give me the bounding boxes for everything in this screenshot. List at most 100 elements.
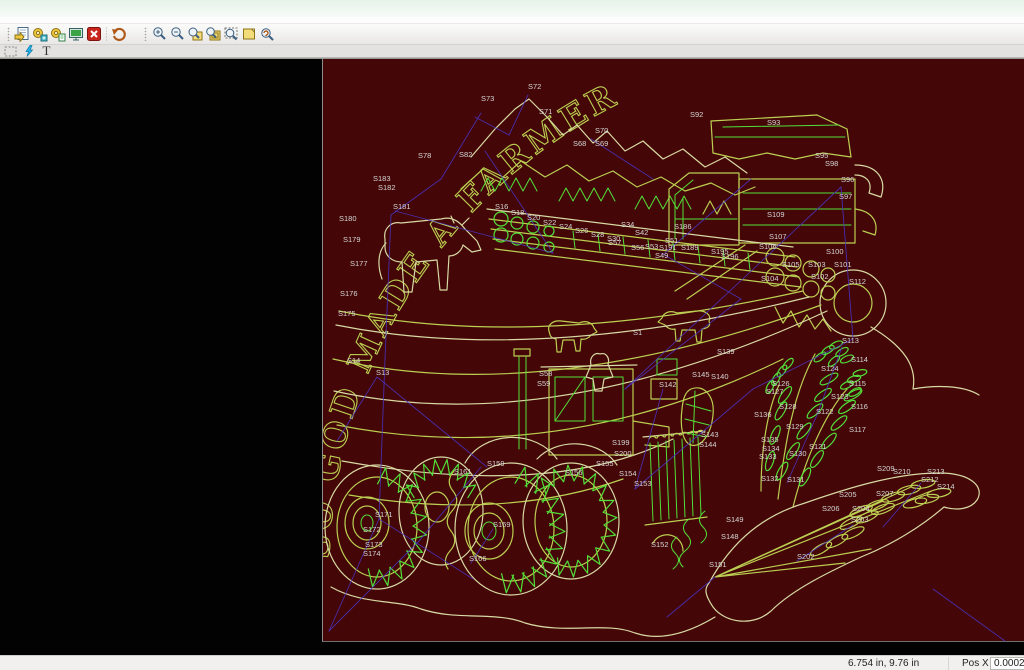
svg-text:S204: S204 <box>852 504 870 513</box>
svg-text:S159: S159 <box>487 459 505 468</box>
text-tool-button[interactable]: T <box>39 45 54 57</box>
toolbar-grip[interactable] <box>144 27 147 41</box>
svg-text:S132: S132 <box>761 474 779 483</box>
svg-text:S177: S177 <box>350 259 368 268</box>
toolbar-separator <box>104 27 109 41</box>
measure-lightning-button[interactable] <box>21 45 36 57</box>
svg-text:S18: S18 <box>511 208 524 217</box>
material-sheet[interactable]: SO GOD MADE A FARMER <box>322 59 1024 642</box>
svg-text:S139: S139 <box>717 347 735 356</box>
undo-button[interactable] <box>110 25 128 43</box>
select-rectangle-icon <box>4 46 17 57</box>
svg-text:S100: S100 <box>826 247 844 256</box>
zoom-window-icon <box>187 26 203 42</box>
svg-text:S202: S202 <box>797 552 815 561</box>
svg-text:S131: S131 <box>787 475 805 484</box>
svg-text:S128: S128 <box>779 402 797 411</box>
cursor-position-readout: 6.754 in, 9.76 in <box>848 658 919 669</box>
zoom-sheet-icon <box>205 26 221 42</box>
svg-text:S169: S169 <box>493 520 511 529</box>
svg-text:S72: S72 <box>528 82 541 91</box>
svg-text:S116: S116 <box>851 402 868 411</box>
pos-x-label: Pos X <box>962 658 989 669</box>
zoom-extents-button[interactable] <box>258 25 276 43</box>
svg-text:S93: S93 <box>767 118 780 127</box>
svg-text:S191: S191 <box>659 243 677 252</box>
zoom-tool-group <box>141 25 279 44</box>
svg-text:S134: S134 <box>762 444 780 453</box>
svg-text:S115: S115 <box>849 379 866 388</box>
svg-text:S106: S106 <box>759 242 777 251</box>
svg-text:S142: S142 <box>659 380 677 389</box>
svg-text:S175: S175 <box>338 309 356 318</box>
svg-text:S58: S58 <box>539 369 552 378</box>
import-drawing-button[interactable] <box>13 25 31 43</box>
svg-text:S1: S1 <box>633 328 642 337</box>
svg-text:S105: S105 <box>782 260 800 269</box>
zoom-in-button[interactable] <box>150 25 168 43</box>
svg-text:S34: S34 <box>621 220 634 229</box>
svg-text:S214: S214 <box>937 482 955 491</box>
svg-text:S24: S24 <box>559 222 572 231</box>
svg-text:S213: S213 <box>927 467 945 476</box>
svg-text:S203: S203 <box>851 515 869 524</box>
rapid-traverse-lines <box>329 95 1005 641</box>
svg-text:S124: S124 <box>821 364 839 373</box>
svg-text:S26: S26 <box>575 226 588 235</box>
zoom-sheet-button[interactable] <box>204 25 222 43</box>
copy-part-icon <box>32 26 48 42</box>
delete-part-button[interactable] <box>85 25 103 43</box>
svg-text:S71: S71 <box>539 107 552 116</box>
sheet-view-icon <box>68 26 84 42</box>
copy-part-button[interactable] <box>31 25 49 43</box>
svg-text:S156: S156 <box>565 468 583 477</box>
svg-text:S151: S151 <box>709 560 727 569</box>
toolbar-grip[interactable] <box>7 27 10 41</box>
text-tool-icon: T <box>43 45 51 57</box>
svg-text:S112: S112 <box>849 277 866 286</box>
svg-text:S16: S16 <box>495 202 508 211</box>
svg-text:S209: S209 <box>877 464 895 473</box>
svg-text:S68: S68 <box>573 139 586 148</box>
svg-text:S176: S176 <box>340 289 358 298</box>
svg-text:S155: S155 <box>596 459 614 468</box>
paste-part-button[interactable] <box>49 25 67 43</box>
svg-text:S92: S92 <box>690 110 703 119</box>
svg-text:S136: S136 <box>754 410 772 419</box>
svg-text:S53: S53 <box>645 242 658 251</box>
svg-text:S149: S149 <box>726 515 744 524</box>
svg-text:S22: S22 <box>543 218 556 227</box>
svg-text:S114: S114 <box>851 355 868 364</box>
svg-text:S49: S49 <box>655 251 668 260</box>
svg-text:S133: S133 <box>759 452 777 461</box>
zoom-window-button[interactable] <box>186 25 204 43</box>
svg-text:S196: S196 <box>721 252 739 261</box>
svg-text:S78: S78 <box>418 151 431 160</box>
pos-x-value-field[interactable]: 0.0002 in <box>990 657 1024 670</box>
svg-text:S183: S183 <box>373 174 391 183</box>
svg-text:S181: S181 <box>393 202 411 211</box>
lightning-bolt-icon <box>23 45 35 57</box>
svg-text:S109: S109 <box>767 210 785 219</box>
svg-text:S200: S200 <box>614 449 632 458</box>
select-rectangle-button[interactable] <box>3 45 18 57</box>
svg-text:S113: S113 <box>842 336 859 345</box>
svg-text:S153: S153 <box>634 479 652 488</box>
drawing-canvas[interactable]: SO GOD MADE A FARMER <box>0 58 1024 655</box>
svg-text:S179: S179 <box>343 235 361 244</box>
svg-text:S189: S189 <box>681 243 699 252</box>
svg-text:S144: S144 <box>699 440 717 449</box>
zoom-out-button[interactable] <box>168 25 186 43</box>
sheet-view-button[interactable] <box>67 25 85 43</box>
svg-text:S123: S123 <box>831 392 849 401</box>
zoom-selected-icon <box>223 26 239 42</box>
zoom-page-button[interactable] <box>240 25 258 43</box>
svg-text:S130: S130 <box>789 449 807 458</box>
svg-text:S42: S42 <box>635 228 648 237</box>
svg-text:S14: S14 <box>347 356 360 365</box>
svg-text:S97: S97 <box>839 192 852 201</box>
svg-text:S199: S199 <box>612 438 630 447</box>
svg-text:S28: S28 <box>591 230 604 239</box>
zoom-selected-button[interactable] <box>222 25 240 43</box>
status-bar: 6.754 in, 9.76 in Pos X 0.0002 in <box>0 655 1024 670</box>
